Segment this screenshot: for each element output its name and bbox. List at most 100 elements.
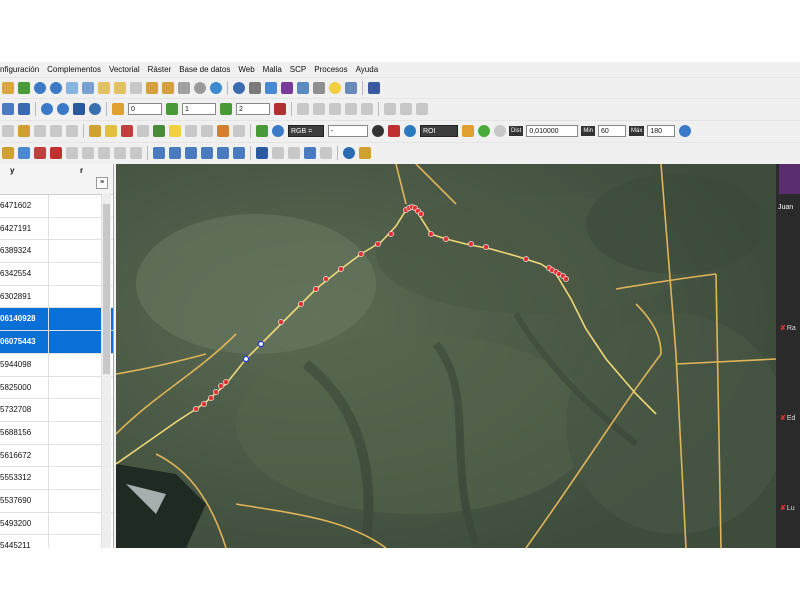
open-attribute-table-icon[interactable] [249, 82, 261, 94]
selected-track-point[interactable] [257, 340, 265, 348]
track-point[interactable] [201, 401, 207, 407]
min-field[interactable]: 60 [598, 125, 627, 137]
statistics-sigma-icon[interactable] [281, 82, 293, 94]
table-row[interactable]: 6427191 [0, 217, 113, 241]
cell-r[interactable] [49, 376, 102, 399]
rotate-tool-icon[interactable] [400, 103, 412, 115]
dist-field[interactable]: 0,010000 [526, 125, 579, 137]
diagram-icon[interactable] [114, 147, 126, 159]
vertex-editor-icon[interactable] [66, 125, 78, 137]
track-point[interactable] [223, 379, 229, 385]
cell-r[interactable] [49, 331, 102, 353]
table-row[interactable]: 6342554 [0, 263, 113, 286]
cell-y[interactable]: 6302891 [0, 285, 49, 308]
zoom-full-icon[interactable] [82, 82, 94, 94]
roi-add-icon[interactable] [478, 125, 490, 137]
rgb-value-combo[interactable]: - [328, 125, 368, 137]
cell-r[interactable] [49, 263, 102, 285]
field-calculator-icon[interactable] [265, 82, 277, 94]
digitize-grid-icon-3[interactable] [329, 103, 341, 115]
table-menu-icon[interactable]: ≡ [96, 177, 108, 189]
table-row[interactable]: 5688156 [0, 421, 113, 445]
cell-y[interactable]: 5825000 [0, 376, 49, 399]
scp-bandset-icon[interactable] [57, 103, 69, 115]
track-point[interactable] [313, 286, 319, 292]
help-book-icon[interactable] [368, 82, 380, 94]
menu-procesos[interactable]: Procesos [314, 65, 347, 74]
redo-icon[interactable] [233, 125, 245, 137]
track-point[interactable] [218, 383, 224, 389]
bandset-icon[interactable] [112, 103, 124, 115]
menu-configuracion[interactable]: nfiguración [0, 65, 39, 74]
menu-web[interactable]: Web [238, 65, 254, 74]
track-point[interactable] [523, 256, 529, 262]
band-stop-icon[interactable] [274, 103, 286, 115]
digitize-grid-icon-5[interactable] [361, 103, 373, 115]
pencil-icon[interactable] [89, 125, 101, 137]
band-spin-green[interactable]: 1 [182, 103, 216, 115]
offset-tool-icon[interactable] [416, 103, 428, 115]
label-history-icon[interactable] [130, 147, 142, 159]
roi-draw-icon[interactable] [388, 125, 400, 137]
table-scrollbar[interactable] [102, 194, 111, 548]
text-annotation-icon[interactable] [217, 147, 229, 159]
scp-input-icon[interactable] [41, 103, 53, 115]
table-row[interactable]: 5553312 [0, 467, 113, 490]
track-point[interactable] [483, 244, 489, 250]
cell-r[interactable] [49, 489, 102, 512]
zoom-selection-icon[interactable] [98, 82, 110, 94]
cell-y[interactable]: 5445211 [0, 535, 49, 548]
track-point[interactable] [208, 395, 214, 401]
cell-r[interactable] [49, 285, 102, 308]
table-row[interactable]: 6389324 [0, 240, 113, 264]
zoom-layer-icon[interactable] [114, 82, 126, 94]
pan-icon[interactable] [2, 82, 14, 94]
python-icon[interactable] [89, 103, 101, 115]
reshape-icon[interactable] [185, 147, 197, 159]
menu-complementos[interactable]: Complementos [47, 65, 101, 74]
zoom-rescale-icon[interactable] [66, 82, 78, 94]
graphic-modeler-icon[interactable] [272, 147, 284, 159]
label-tool-icon[interactable] [2, 147, 14, 159]
cell-y[interactable]: 5688156 [0, 421, 49, 444]
measure-line-icon[interactable] [313, 82, 325, 94]
measure-icon[interactable] [297, 82, 309, 94]
cell-y[interactable]: 5553312 [0, 467, 49, 489]
track-point[interactable] [428, 231, 434, 237]
cell-y[interactable]: 5616672 [0, 444, 49, 467]
add-feature-icon[interactable] [50, 125, 62, 137]
scrollbar-thumb[interactable] [103, 204, 110, 374]
show-hide-label-icon[interactable] [34, 147, 46, 159]
identify-icon[interactable] [233, 82, 245, 94]
split-icon[interactable] [169, 147, 181, 159]
digitize-grid-icon-2[interactable] [313, 103, 325, 115]
digitize-grid-icon-1[interactable] [297, 103, 309, 115]
label-change-icon[interactable] [82, 147, 94, 159]
table-row[interactable]: 6302891 [0, 285, 113, 309]
history-icon[interactable] [320, 147, 332, 159]
track-point[interactable] [388, 231, 394, 237]
paste-icon[interactable] [201, 125, 213, 137]
cell-y[interactable]: 5493200 [0, 512, 49, 535]
cell-r[interactable] [49, 195, 102, 217]
cell-r[interactable] [49, 353, 102, 376]
edit-toggle-icon[interactable] [105, 125, 117, 137]
diagram-move-icon[interactable] [98, 147, 110, 159]
add-layer-icon[interactable] [2, 103, 14, 115]
track-point[interactable] [193, 406, 199, 412]
roi-polygon-icon[interactable] [462, 125, 474, 137]
info-icon[interactable] [343, 147, 355, 159]
pan-to-selection-icon[interactable] [18, 82, 30, 94]
cell-y[interactable]: 06075443 [0, 331, 49, 353]
scp-tools-icon[interactable] [73, 103, 85, 115]
table-row[interactable]: 5825000 [0, 376, 113, 400]
cell-y[interactable]: 6389324 [0, 240, 49, 263]
table-row[interactable]: 06140928 [0, 308, 113, 332]
band-green-icon[interactable] [166, 103, 178, 115]
track-point[interactable] [338, 266, 344, 272]
bookmark-icon[interactable] [178, 82, 190, 94]
batch-icon[interactable] [304, 147, 316, 159]
map-canvas[interactable] [116, 164, 776, 548]
add-database-icon[interactable] [18, 103, 30, 115]
cell-r[interactable] [49, 421, 102, 444]
